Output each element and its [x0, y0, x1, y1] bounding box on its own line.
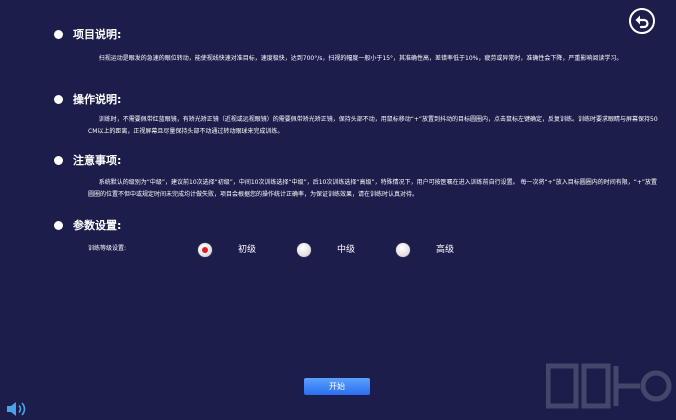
project-description-title: 项目说明:: [73, 28, 122, 41]
level-radio-beginner[interactable]: [198, 243, 212, 257]
watermark-logo-icon: [546, 363, 672, 409]
level-radio-intermediate[interactable]: [297, 243, 311, 257]
level-label-intermediate[interactable]: 中级: [337, 243, 355, 257]
operation-instructions-title: 操作说明:: [73, 93, 122, 106]
level-radio-advanced[interactable]: [396, 243, 410, 257]
precautions-title: 注意事项:: [73, 154, 122, 167]
section-bullet: [54, 156, 63, 165]
section-bullet: [54, 95, 63, 104]
section-bullet: [54, 221, 63, 230]
speaker-icon[interactable]: [4, 400, 32, 418]
back-arrow-icon: [635, 15, 649, 29]
level-label-advanced[interactable]: 高级: [436, 243, 454, 257]
operation-instructions-text: 训练时，不需要佩带红蓝眼镜，有矫光矫正镜（近视或远视眼镜）的需要佩带矫光矫正镜，…: [88, 116, 658, 135]
section-bullet: [54, 30, 63, 39]
back-button[interactable]: [629, 8, 655, 34]
project-description-text: 扫视运动是眼发的急速的眼位转动，能使视线快速对准目标，速度极快，达到700°/s…: [98, 55, 623, 62]
level-label-beginner[interactable]: 初级: [238, 243, 256, 257]
start-button[interactable]: 开始: [304, 378, 370, 395]
parameter-settings-title: 参数设置:: [73, 219, 122, 232]
precautions-text: 系统默认的级别为“中级”，建议前10次选择“初级”，中间10次训练选择“中级”，…: [88, 179, 657, 198]
training-level-label: 训练等级设置:: [88, 245, 127, 252]
